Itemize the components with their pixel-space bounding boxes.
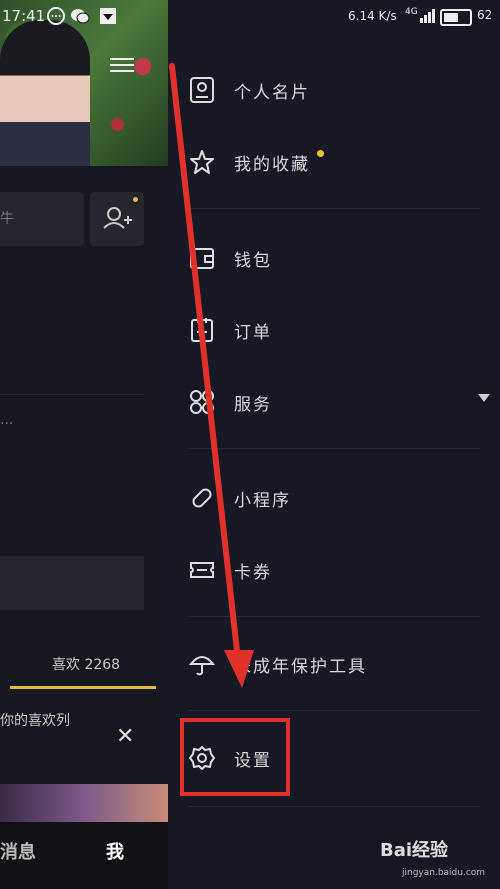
shield-icon	[100, 8, 116, 24]
watermark-url: jingyan.baidu.com	[402, 868, 486, 878]
status-time: 17:41	[2, 7, 46, 25]
baidu-watermark: Bai经验	[380, 840, 449, 861]
wechat-icon	[71, 9, 90, 24]
status-bar-left: 17:41	[0, 0, 168, 34]
settings-highlight-box	[180, 718, 290, 796]
chat-bubble-icon	[47, 7, 65, 25]
